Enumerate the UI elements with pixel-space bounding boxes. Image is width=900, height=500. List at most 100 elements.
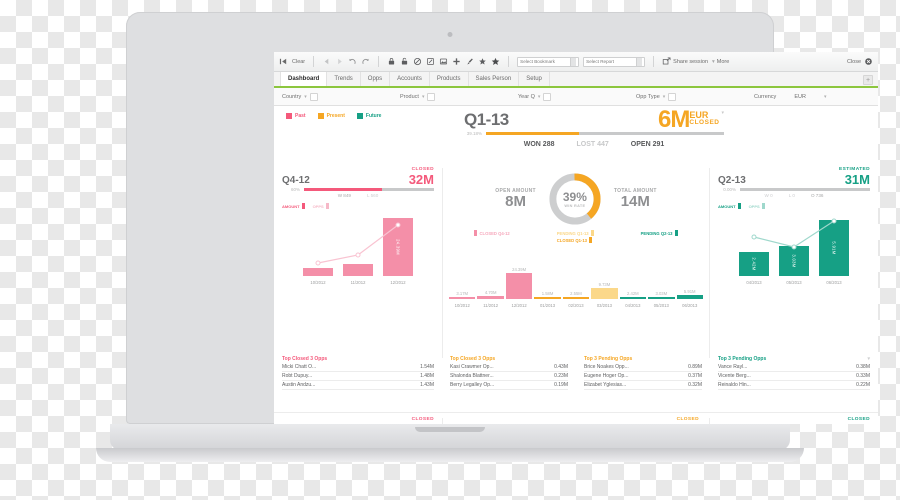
chevron-down-icon[interactable]: ▾ [538, 94, 541, 100]
brush-icon[interactable] [465, 57, 474, 66]
legend-item-future[interactable]: Future [356, 113, 381, 119]
bar[interactable]: 1.58M [534, 291, 561, 299]
panel-progress: 60% [282, 187, 434, 192]
list-item[interactable]: Robt Dupuy... 1.48M [282, 372, 434, 381]
win-rate-donut[interactable]: 39% WIN RATE [546, 170, 604, 228]
toolbar-separator [378, 56, 380, 67]
opp-name: Vicente Berg... [718, 373, 751, 379]
opp-amount: 0.23M [554, 373, 568, 379]
list-item[interactable]: Elizabet Yglesias... 0.32M [584, 381, 702, 390]
list-item[interactable]: Micki Chatt O... 1.54M [282, 363, 434, 372]
add-tab-button[interactable]: + [863, 75, 873, 85]
more-button[interactable]: ▾ More [712, 59, 729, 65]
chevron-down-icon[interactable]: ▾ [663, 94, 666, 100]
close-label[interactable]: Close [847, 59, 861, 65]
legend-swatch [590, 230, 594, 236]
toggle-amount[interactable]: AMOUNT [718, 203, 741, 210]
list-item[interactable]: Kasi Crawmer Op... 0.43M [450, 363, 568, 372]
next-icon[interactable] [335, 57, 344, 66]
bar[interactable]: 9.73M [591, 282, 618, 299]
bar[interactable]: 2.55M [562, 291, 590, 299]
list-item[interactable]: Reinaldo Hin... 0.22M [718, 381, 870, 390]
legend-pending-q1-13[interactable]: PENDING Q1-13 [557, 230, 594, 236]
center-chart-legend: CLOSED Q4-12 PENDING Q1-13 CLOSED Q1-13 [447, 230, 705, 246]
clear-selections-icon[interactable] [413, 57, 422, 66]
sheet-icon[interactable] [439, 57, 448, 66]
legend-item-present[interactable]: Present [317, 113, 345, 119]
list-item[interactable]: Brice Noakes Opp... 0.89M [584, 363, 702, 372]
filter-year-q[interactable]: Year Q ▾ [518, 92, 636, 101]
legend-closed-q1-13[interactable]: CLOSED Q1-13 [557, 237, 594, 243]
bar-rect [449, 297, 476, 299]
hero-amount: 6M [658, 106, 690, 133]
bar[interactable]: 5.91M [676, 289, 703, 299]
filter-currency[interactable]: Currency EUR ▾ [754, 94, 826, 100]
bookmark-filled-icon[interactable] [491, 57, 500, 66]
chevron-down-icon[interactable]: ▾ [824, 94, 827, 100]
share-session-button[interactable]: Share session [662, 57, 708, 66]
opp-name: Kasi Crawmer Op... [450, 364, 494, 370]
filter-box[interactable] [668, 92, 677, 101]
first-icon[interactable] [279, 57, 288, 66]
filter-box[interactable] [543, 92, 552, 101]
tab-accounts[interactable]: Accounts [390, 72, 430, 86]
list-item[interactable]: Eugene Hoger Op... 0.37M [584, 372, 702, 381]
hero-quarter: Q1-13 [464, 110, 509, 130]
list-item[interactable]: Austin Andzu... 1.43M [282, 381, 434, 390]
select-bookmark-caret-icon[interactable] [570, 57, 577, 66]
tab-products[interactable]: Products [430, 72, 469, 86]
tab-opps[interactable]: Opps [361, 72, 391, 86]
chevron-down-icon[interactable]: ▾ [422, 94, 425, 100]
bar[interactable]: 4.70M [477, 290, 504, 299]
filter-opp-type[interactable]: Opp Type ▾ [636, 92, 754, 101]
chevron-down-icon[interactable]: ▾ [867, 356, 870, 362]
add-icon[interactable] [452, 57, 461, 66]
bar[interactable]: 24.39M [505, 267, 533, 299]
close-icon[interactable] [864, 57, 873, 66]
filter-product[interactable]: Product ▾ [400, 92, 518, 101]
chevron-down-icon[interactable]: ▾ [304, 94, 307, 100]
laptop-mockup: Clear Select Bookmark Select Report Shar… [0, 0, 900, 500]
select-report-caret-icon[interactable] [636, 57, 643, 66]
filter-box[interactable] [427, 92, 436, 101]
select-bookmark-dropdown[interactable]: Select Bookmark [517, 56, 580, 67]
list-item[interactable]: Berry Legalley Op... 0.19M [450, 381, 568, 390]
x-label: 05/2013 [786, 280, 802, 286]
chevron-down-icon[interactable]: ▾ [721, 110, 724, 116]
select-report-dropdown[interactable]: Select Report [583, 56, 646, 67]
undo-icon[interactable] [348, 57, 357, 66]
unlock-icon[interactable] [400, 57, 409, 66]
prev-icon[interactable] [322, 57, 331, 66]
legend-pending-q2-13[interactable]: PENDING Q2-13 [641, 230, 678, 236]
tab-setup[interactable]: Setup [519, 72, 550, 86]
toggle-amount[interactable]: AMOUNT [282, 203, 305, 210]
list-item[interactable]: Vicente Berg... 0.33M [718, 372, 870, 381]
bar-value-label: 3.17M [456, 291, 469, 296]
bar[interactable]: 3.03M [648, 291, 675, 299]
left-chart-xlabels: 10/2012 11/2012 12/2012 [282, 280, 434, 285]
legend-closed-q4-12[interactable]: CLOSED Q4-12 [474, 230, 510, 236]
panel-progress-track [740, 187, 870, 191]
tab-dashboard[interactable]: Dashboard [280, 72, 328, 86]
legend-item-past[interactable]: Past [286, 113, 306, 119]
toggle-opps[interactable]: OPPS [749, 203, 765, 210]
panel-won-lost: W 0 L 0 O 736 [718, 193, 870, 198]
list-item[interactable]: Shalonda Blattner... 0.23M [450, 372, 568, 381]
legend-q1-13-group: PENDING Q1-13 CLOSED Q1-13 [557, 230, 594, 243]
tab-sales-person[interactable]: Sales Person [469, 72, 520, 86]
panel-won-lost: W 849 L 560 [282, 193, 434, 198]
list-item[interactable]: Vance Rayl... 0.38M [718, 363, 870, 372]
bar[interactable]: 2.42M [619, 291, 647, 299]
toggle-indicator [325, 203, 329, 210]
lock-icon[interactable] [387, 57, 396, 66]
legend-label: CLOSED Q1-13 [556, 237, 587, 243]
toggle-opps[interactable]: OPPS [313, 203, 329, 210]
bar[interactable]: 3.17M [449, 291, 476, 299]
tab-trends[interactable]: Trends [327, 72, 361, 86]
clear-button[interactable]: Clear [292, 59, 305, 65]
edit-icon[interactable] [426, 57, 435, 66]
filter-country[interactable]: Country ▾ [282, 92, 400, 101]
bookmark-outline-icon[interactable] [478, 57, 487, 66]
filter-box[interactable] [309, 92, 318, 101]
redo-icon[interactable] [361, 57, 370, 66]
